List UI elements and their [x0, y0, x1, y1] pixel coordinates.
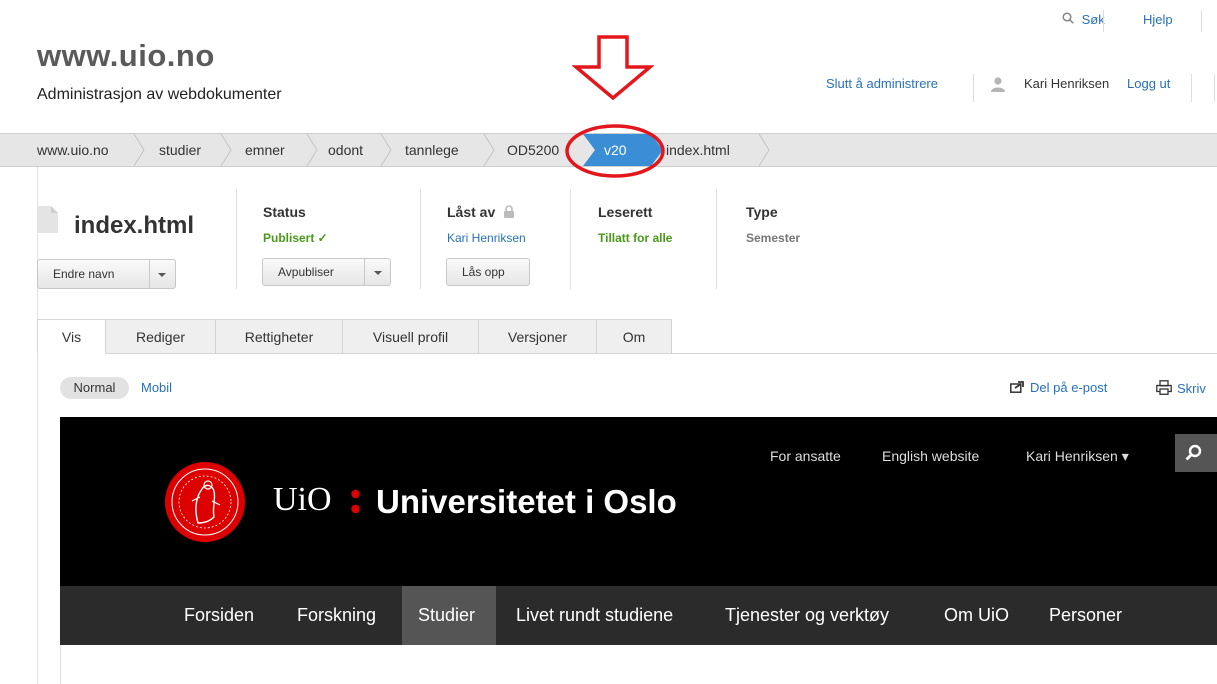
preview-user-menu[interactable]: Kari Henriksen ▾	[1026, 448, 1129, 465]
uio-seal-logo	[165, 462, 245, 542]
preview-nav-tjenester-og-verktoy[interactable]: Tjenester og verktøy	[725, 586, 889, 645]
divider	[149, 260, 150, 288]
unpublish-button-label: Avpubliser	[278, 265, 334, 279]
search-icon	[1185, 444, 1202, 461]
breadcrumb-separator	[380, 134, 392, 166]
site-subtitle: Administrasjon av webdokumenter	[37, 86, 282, 103]
panel-border	[60, 645, 61, 684]
search-icon	[1062, 12, 1078, 27]
search-label: Søk	[1081, 12, 1105, 27]
preview-link-for-ansatte[interactable]: For ansatte	[770, 448, 841, 464]
breadcrumb-item-od5200[interactable]: OD5200	[507, 142, 559, 158]
user-icon	[991, 77, 1005, 92]
divider	[1201, 10, 1202, 32]
tab-versjoner[interactable]: Versjoner	[479, 319, 597, 354]
logout-link[interactable]: Logg ut	[1127, 76, 1170, 91]
breadcrumb-separator	[133, 134, 145, 166]
divider	[1103, 10, 1104, 32]
tab-rediger[interactable]: Rediger	[106, 319, 216, 354]
uio-logo-dots	[351, 489, 360, 514]
divider	[716, 189, 717, 289]
panel-border	[37, 167, 38, 684]
read-access-heading: Leserett	[598, 204, 653, 220]
user-name: Kari Henriksen	[1024, 76, 1110, 91]
preview-link-english[interactable]: English website	[882, 448, 979, 464]
help-link[interactable]: Hjelp	[1143, 12, 1173, 27]
tab-vis[interactable]: Vis	[37, 319, 106, 354]
tab-bar: Vis Rediger Rettigheter Visuell profil V…	[37, 319, 672, 354]
share-email-link[interactable]: Del på e-post	[1010, 380, 1107, 395]
breadcrumb-item-current: index.html	[666, 142, 730, 158]
divider	[420, 189, 421, 289]
locked-by-label: Låst av	[447, 204, 496, 220]
type-heading: Type	[746, 204, 778, 220]
tab-rettigheter[interactable]: Rettigheter	[216, 319, 343, 354]
site-title: www.uio.no	[37, 38, 215, 73]
view-mobile-toggle[interactable]: Mobil	[141, 380, 172, 395]
preview-search-button[interactable]	[1175, 434, 1217, 472]
rename-button-label: Endre navn	[53, 267, 115, 281]
print-link[interactable]: Skriv	[1156, 380, 1206, 396]
breadcrumb-item-odont[interactable]: odont	[328, 142, 363, 158]
breadcrumb-separator	[758, 134, 770, 166]
file-icon	[37, 206, 58, 233]
tab-visuell-profil[interactable]: Visuell profil	[343, 319, 479, 354]
university-name: Universitetet i Oslo	[376, 483, 677, 520]
unlock-button[interactable]: Lås opp	[446, 258, 530, 286]
divider	[364, 259, 365, 285]
chevron-down-icon[interactable]	[374, 271, 382, 275]
document-title: index.html	[74, 212, 195, 239]
search-link[interactable]: Søk	[1062, 12, 1105, 27]
share-icon	[1010, 381, 1024, 393]
divider	[973, 74, 974, 102]
rename-button[interactable]: Endre navn	[37, 259, 176, 289]
uio-logo-text: UiO	[273, 481, 332, 518]
preview-nav-forsiden[interactable]: Forsiden	[184, 586, 254, 645]
annotation-arrow	[572, 35, 654, 101]
view-normal-toggle[interactable]: Normal	[60, 377, 129, 399]
breadcrumb-item-studier[interactable]: studier	[159, 142, 201, 158]
divider	[1214, 74, 1215, 102]
breadcrumb-separator	[483, 134, 495, 166]
locked-by-heading: Låst av	[447, 204, 515, 220]
divider	[1191, 74, 1192, 102]
status-value: Publisert ✓	[263, 231, 328, 245]
print-icon	[1156, 380, 1172, 395]
tab-om[interactable]: Om	[597, 319, 672, 354]
preview-nav-livet-rundt-studiene[interactable]: Livet rundt studiene	[516, 586, 673, 645]
type-value: Semester	[746, 231, 801, 245]
stop-admin-link[interactable]: Slutt å administrere	[826, 76, 938, 91]
breadcrumb-separator	[220, 134, 232, 166]
unpublish-button[interactable]: Avpubliser	[262, 258, 391, 286]
preview-nav-forskning[interactable]: Forskning	[297, 586, 376, 645]
status-heading: Status	[263, 204, 306, 220]
locked-by-user[interactable]: Kari Henriksen	[447, 231, 526, 245]
divider	[570, 189, 571, 289]
preview-nav-studier[interactable]: Studier	[418, 586, 475, 645]
unlock-button-label: Lås opp	[462, 265, 505, 279]
share-email-label: Del på e-post	[1030, 380, 1108, 395]
preview-nav-om-uio[interactable]: Om UiO	[944, 586, 1009, 645]
annotation-circle	[565, 124, 665, 178]
read-access-value: Tillatt for alle	[598, 231, 673, 245]
breadcrumb-separator	[306, 134, 318, 166]
print-label: Skriv	[1177, 381, 1206, 396]
breadcrumb-item-www-uio-no[interactable]: www.uio.no	[37, 142, 109, 158]
breadcrumb-item-tannlege[interactable]: tannlege	[405, 142, 459, 158]
breadcrumb-item-emner[interactable]: emner	[245, 142, 285, 158]
preview-nav-personer[interactable]: Personer	[1049, 586, 1122, 645]
chevron-down-icon[interactable]	[158, 273, 166, 277]
divider	[236, 189, 237, 289]
lock-icon	[504, 205, 515, 218]
